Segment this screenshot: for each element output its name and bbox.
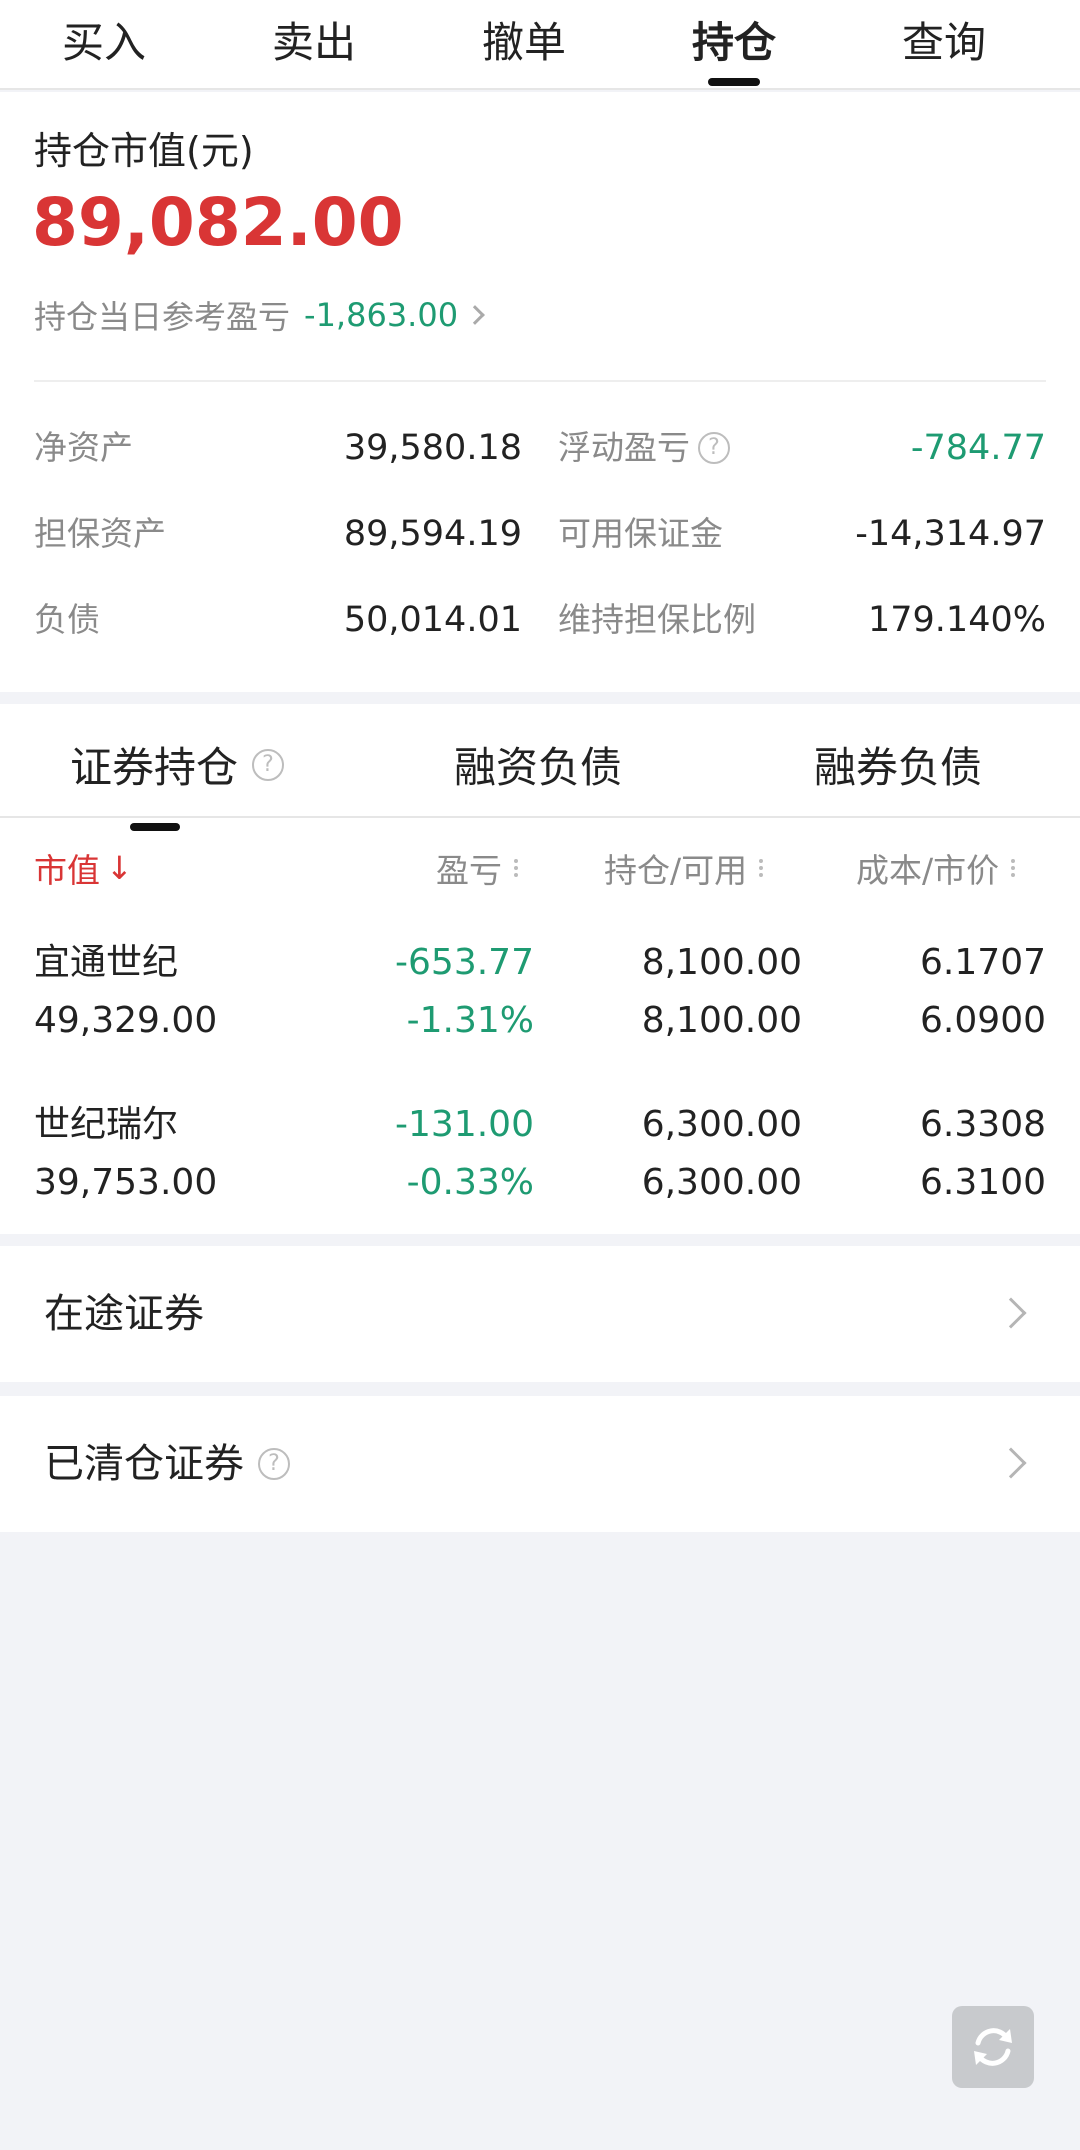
liabilities-value: 50,014.01 (343, 600, 522, 640)
tab-margin-financing-debt[interactable]: 融资负债 (454, 734, 622, 795)
available-margin-value: -14,314.97 (855, 514, 1046, 554)
stock-pl: -131.00 (395, 1104, 534, 1145)
active-tab-indicator (708, 78, 760, 86)
chevron-right-icon (995, 1447, 1027, 1479)
tab-positions[interactable]: 持仓 (634, 10, 834, 86)
column-hold-available-label: 持仓/可用 (604, 851, 748, 890)
top-tab-bar: 买入 卖出 撤单 持仓 查询 (0, 0, 1080, 90)
tab-positions-label: 持仓 (691, 18, 776, 67)
market-value-amount: 89,082.00 (32, 184, 404, 261)
stock-market-value: 39,753.00 (34, 1162, 218, 1203)
summary-row: 担保资产 89,594.19 可用保证金 -14,314.97 (0, 504, 1080, 564)
cleared-securities-label: 已清仓证券 (44, 1441, 244, 1487)
chevron-right-icon (995, 1297, 1027, 1329)
maintenance-ratio-value: 179.140% (868, 600, 1046, 640)
help-icon[interactable]: ? (258, 1448, 290, 1480)
tab-buy[interactable]: 买入 (4, 10, 204, 80)
chevron-right-icon (465, 305, 485, 325)
stock-price: 6.0900 (920, 1000, 1046, 1041)
stock-cost: 6.3308 (920, 1104, 1046, 1145)
stock-pl-pct: -1.31% (406, 1000, 534, 1041)
collateral-assets-value: 89,594.19 (343, 514, 522, 554)
tab-securities-holdings-label: 证券持仓 (70, 743, 239, 792)
tab-cancel-order[interactable]: 撤单 (424, 10, 624, 80)
refresh-button[interactable] (952, 2006, 1034, 2088)
active-tab-indicator (130, 823, 180, 831)
holdings-card: 证券持仓 ? 融资负债 融券负债 市值 ↓ 盈亏 持仓/可用 成本/市价 宜通世… (0, 704, 1080, 1234)
tab-query[interactable]: 查询 (844, 10, 1044, 80)
tab-securities-holdings[interactable]: 证券持仓 ? (70, 734, 285, 831)
stock-hold: 8,100.00 (641, 942, 802, 983)
daily-pl-label: 持仓当日参考盈亏 (34, 298, 291, 336)
available-margin-label: 可用保证金 (558, 514, 723, 553)
stock-name: 宜通世纪 (34, 942, 179, 983)
stock-hold: 6,300.00 (641, 1104, 802, 1145)
market-value-title: 持仓市值(元) (34, 129, 254, 173)
daily-pl-value: -1,863.00 (304, 296, 459, 334)
stock-available: 8,100.00 (641, 1000, 802, 1041)
maintenance-ratio-label: 维持担保比例 (558, 600, 756, 639)
stock-market-value: 49,329.00 (34, 1000, 218, 1041)
net-assets-value: 39,580.18 (343, 428, 522, 468)
net-assets-label: 净资产 (34, 428, 133, 467)
column-cost-price[interactable]: 成本/市价 (856, 844, 1016, 892)
stock-name: 世纪瑞尔 (34, 1104, 179, 1145)
cleared-securities-link[interactable]: 已清仓证券 ? (0, 1396, 1080, 1532)
in-transit-securities-label: 在途证券 (44, 1291, 204, 1337)
sort-down-arrow-icon: ↓ (106, 849, 133, 887)
tab-sell[interactable]: 卖出 (214, 10, 414, 80)
more-vertical-icon (514, 856, 518, 880)
summary-row: 净资产 39,580.18 浮动盈亏 ? -784.77 (0, 418, 1080, 478)
column-profit-loss-label: 盈亏 (436, 851, 502, 890)
liabilities-label: 负债 (34, 600, 100, 639)
column-hold-available[interactable]: 持仓/可用 (604, 844, 764, 892)
floating-pl-value: -784.77 (910, 428, 1046, 468)
column-market-value-label: 市值 (34, 851, 100, 890)
floating-pl-label-text: 浮动盈亏 (558, 428, 690, 467)
refresh-icon (974, 2028, 1012, 2066)
more-vertical-icon (1011, 856, 1016, 880)
more-vertical-icon (759, 856, 764, 880)
daily-pl-link[interactable]: 持仓当日参考盈亏 -1,863.00 (34, 292, 485, 338)
floating-pl-label: 浮动盈亏 ? (558, 418, 730, 478)
column-cost-price-label: 成本/市价 (856, 851, 1000, 890)
position-summary-card: 持仓市值(元) 89,082.00 持仓当日参考盈亏 -1,863.00 净资产… (0, 92, 1080, 692)
in-transit-securities-link[interactable]: 在途证券 (0, 1246, 1080, 1382)
collateral-assets-label: 担保资产 (34, 514, 166, 553)
stock-pl: -653.77 (395, 942, 534, 983)
tab-securities-lending-debt[interactable]: 融券负债 (814, 734, 982, 795)
column-market-value[interactable]: 市值 ↓ (34, 844, 133, 892)
help-icon[interactable]: ? (698, 432, 730, 464)
stock-pl-pct: -0.33% (406, 1162, 534, 1203)
help-icon[interactable]: ? (252, 748, 285, 781)
column-profit-loss[interactable]: 盈亏 (436, 844, 518, 892)
divider (34, 380, 1046, 382)
holdings-sub-tabs: 证券持仓 ? 融资负债 融券负债 (0, 704, 1080, 831)
summary-row: 负债 50,014.01 维持担保比例 179.140% (0, 590, 1080, 650)
cleared-securities-title: 已清仓证券 ? (44, 1396, 290, 1532)
stock-cost: 6.1707 (920, 942, 1046, 983)
stock-available: 6,300.00 (641, 1162, 802, 1203)
stock-price: 6.3100 (920, 1162, 1046, 1203)
